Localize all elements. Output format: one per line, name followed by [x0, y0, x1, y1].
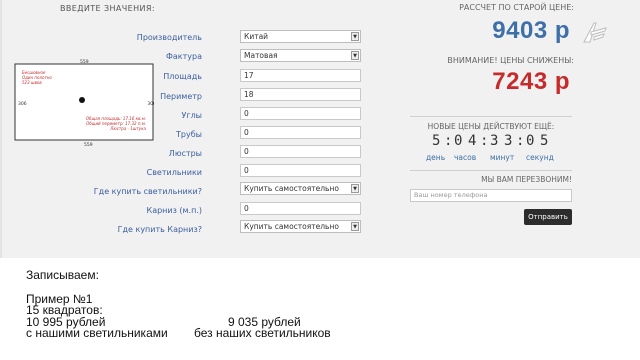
cornice-source-select[interactable]: Купить самостоятельно ▼ — [240, 220, 361, 233]
cornice-source-value: Купить самостоятельно — [244, 222, 339, 231]
dim-bottom: 559 — [84, 142, 93, 148]
label-lamps: Светильники — [146, 168, 202, 177]
phone-input[interactable]: Ваш номер телефона — [410, 189, 572, 202]
lamps-input[interactable]: 0 — [240, 164, 361, 177]
old-price-label: РАССЧЕТ ПО СТАРОЙ ЦЕНЕ: — [459, 3, 574, 12]
countdown-timer: 5 : 0 4 : 3 3 : 0 5 день часов минут сек… — [410, 131, 572, 167]
cornice-input[interactable]: 0 — [240, 202, 361, 215]
area-input[interactable]: 17 — [240, 69, 361, 82]
timer-digit: 5 — [540, 133, 549, 149]
timer-unit-minutes: минут — [490, 153, 515, 162]
texture-select[interactable]: Матовая ▼ — [240, 49, 361, 62]
dim-left: 306 — [18, 101, 27, 107]
chevron-down-icon[interactable]: ▼ — [351, 32, 359, 41]
corners-input[interactable]: 0 — [240, 107, 361, 120]
timer-unit-seconds: секунд — [526, 153, 554, 162]
timer-digit: 0 — [454, 133, 463, 149]
caption-line-1: Записываем: — [26, 268, 99, 282]
chandeliers-input[interactable]: 0 — [240, 145, 361, 158]
timer-digit: 5 — [432, 133, 441, 149]
lamps-source-select[interactable]: Купить самостоятельно ▼ — [240, 182, 361, 195]
chevron-down-icon[interactable]: ▼ — [351, 184, 359, 193]
label-chandeliers: Люстры — [168, 149, 202, 158]
timer-digit: 4 — [468, 133, 477, 149]
chevron-down-icon[interactable]: ▼ — [351, 222, 359, 231]
label-lamps-source: Где купить светильники? — [93, 187, 202, 196]
label-corners: Углы — [181, 111, 202, 120]
caption-line-5b: без наших светильников — [194, 326, 331, 340]
label-manufacturer: Производитель — [136, 33, 202, 42]
timer-colon: : — [444, 133, 453, 149]
manufacturer-select[interactable]: Китай ▼ — [240, 30, 361, 43]
timer-digit: 3 — [504, 133, 513, 149]
label-cornice: Карниз (м.п.) — [146, 206, 202, 215]
label-cornice-source: Где купить Карниз? — [117, 225, 202, 234]
timer-unit-days: день — [426, 153, 446, 162]
manufacturer-value: Китай — [244, 32, 269, 41]
form-title: ВВЕДИТЕ ЗНАЧЕНИЯ: — [60, 4, 155, 13]
dim-right: 306 — [147, 101, 154, 107]
brand-logo-icon — [582, 20, 608, 46]
texture-value: Матовая — [244, 51, 278, 60]
price-drop-label: ВНИМАНИЕ! ЦЕНЫ СНИЖЕНЫ: — [447, 56, 574, 65]
lamps-source-value: Купить самостоятельно — [244, 184, 339, 193]
timer-digit: 0 — [526, 133, 535, 149]
new-price-value: 7243 р — [492, 68, 570, 95]
send-button[interactable]: Отправить — [524, 209, 572, 225]
pipes-input[interactable]: 0 — [240, 126, 361, 139]
perimeter-input[interactable]: 18 — [240, 88, 361, 101]
caption-line-5a: с нашими светильниками — [26, 326, 168, 340]
timer-colon: : — [516, 133, 525, 149]
timer-colon: : — [480, 133, 489, 149]
chevron-down-icon[interactable]: ▼ — [351, 51, 359, 60]
timer-label: НОВЫЕ ЦЕНЫ ДЕЙСТВУЮТ ЕЩЁ: — [427, 122, 555, 131]
divider — [410, 170, 572, 171]
label-pipes: Трубы — [176, 130, 202, 139]
label-area: Площадь — [163, 72, 202, 81]
timer-unit-hours: часов — [454, 153, 477, 162]
timer-digit: 3 — [490, 133, 499, 149]
old-price-value: 9403 р — [492, 17, 570, 44]
divider — [410, 116, 572, 117]
label-perimeter: Периметр — [160, 92, 202, 101]
label-texture: Фактура — [166, 52, 202, 61]
callback-label: МЫ ВАМ ПЕРЕЗВОНИМ! — [481, 175, 572, 184]
